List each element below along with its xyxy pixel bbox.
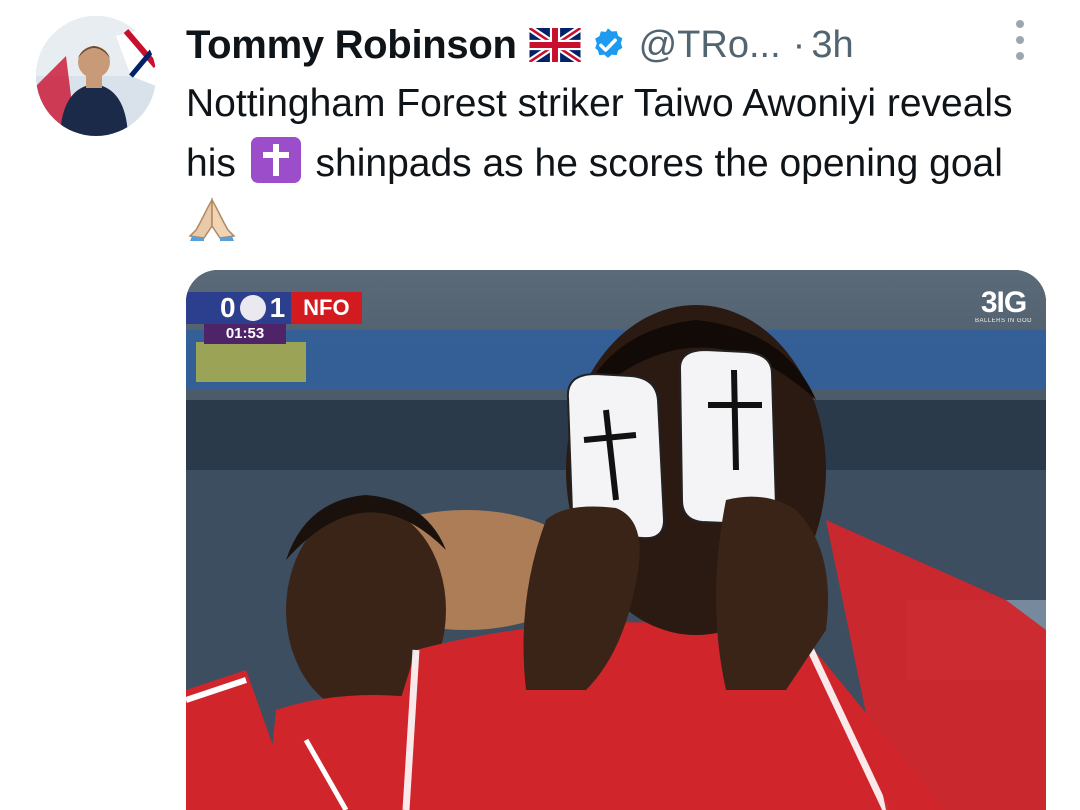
author-avatar[interactable] — [36, 16, 156, 136]
away-score: 1 — [269, 292, 286, 323]
avatar-image — [36, 16, 156, 136]
tweet-header: Tommy Robinson @TRo... · 3h — [186, 18, 1020, 72]
brand-logo: 3IG — [980, 286, 1027, 319]
latin-cross-emoji-icon — [250, 137, 301, 183]
home-score: 0 — [220, 292, 236, 323]
tweet-media-image[interactable]: 0 1 NFO 01:53 3IG BALLERS IN GOD — [186, 270, 1046, 810]
more-dot — [1016, 52, 1024, 60]
more-options-icon[interactable] — [1012, 20, 1028, 60]
more-dot — [1016, 20, 1024, 28]
scoreboard: 0 1 NFO 01:53 — [186, 292, 362, 344]
author-name[interactable]: Tommy Robinson — [186, 23, 517, 68]
tweet-text-part2: shinpads as he scores the opening goal — [315, 142, 1003, 185]
photo-scene — [186, 270, 1046, 810]
brand-tagline: BALLERS IN GOD — [974, 318, 1032, 324]
match-clock: 01:53 — [204, 324, 286, 344]
verified-badge-icon[interactable] — [589, 26, 627, 64]
more-dot — [1016, 36, 1024, 44]
scoreboard-row: 0 1 NFO — [186, 292, 362, 324]
tweet-timestamp[interactable]: 3h — [811, 24, 853, 67]
away-team: NFO — [291, 292, 362, 324]
separator-dot: · — [792, 23, 806, 66]
folded-hands-emoji-icon — [186, 196, 238, 242]
tweet-text: Nottingham Forest striker Taiwo Awoniyi … — [186, 74, 1046, 254]
uk-flag-icon — [527, 25, 582, 65]
score-home: 0 1 — [186, 292, 292, 324]
broadcaster-watermark: 3IG BALLERS IN GOD — [974, 286, 1032, 325]
author-handle[interactable]: @TRo... — [639, 24, 781, 67]
premier-league-logo-icon — [239, 295, 266, 321]
